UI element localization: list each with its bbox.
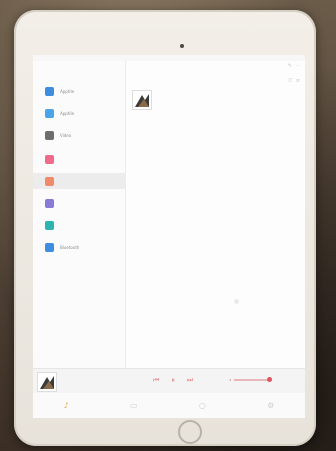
tab-bar: ♪ ▭ ○ ⚙ <box>33 393 305 418</box>
home-button[interactable] <box>178 420 202 444</box>
sidebar-item-3[interactable] <box>33 151 125 167</box>
mini-player[interactable]: ⏮ ⏸ ⏭ ◂ <box>33 368 305 393</box>
edit-icon[interactable]: ✎ <box>288 63 292 69</box>
music-note-icon[interactable]: ♪ <box>64 401 69 410</box>
sort-icon[interactable]: ≡ <box>296 78 300 84</box>
tablet-screen: Apptile Apptile Video Bluetooth ✎ ⋯ ⤮ ≡ <box>33 55 305 418</box>
sidebar-item-0[interactable]: Apptile <box>33 83 125 99</box>
track-row[interactable] <box>132 90 300 110</box>
sidebar-item-2[interactable]: Video <box>33 127 125 143</box>
album-artwork <box>132 90 152 110</box>
previous-icon[interactable]: ⏮ <box>153 376 159 384</box>
sidebar-item-4[interactable] <box>33 173 125 189</box>
sidebar-item-label: Apptile <box>60 88 75 94</box>
sidebar-item-label: Apptile <box>60 110 75 116</box>
top-icons: ✎ ⋯ <box>288 63 301 69</box>
pause-icon[interactable]: ⏸ <box>171 376 175 384</box>
sidebar-item-1[interactable]: Apptile <box>33 105 125 121</box>
list-header: ⤮ ≡ <box>132 76 300 86</box>
next-icon[interactable]: ⏭ <box>187 376 193 384</box>
shuffle-icon[interactable]: ⤮ <box>288 78 292 84</box>
app-icon <box>45 108 54 118</box>
sidebar-item-5[interactable] <box>33 195 125 211</box>
sidebar: Apptile Apptile Video Bluetooth <box>33 61 126 368</box>
volume-control: ◂ <box>229 377 273 382</box>
volume-low-icon: ◂ <box>229 377 232 382</box>
playlist-icon <box>45 198 54 208</box>
sidebar-item-7[interactable]: Bluetooth <box>33 239 125 255</box>
volume-slider[interactable] <box>234 377 273 382</box>
player-artwork <box>37 372 57 392</box>
list-header-icons: ⤮ ≡ <box>288 78 300 84</box>
player-controls: ⏮ ⏸ ⏭ <box>153 376 193 384</box>
video-icon <box>45 130 54 140</box>
app-icon <box>45 86 54 96</box>
sidebar-item-label: Bluetooth <box>60 244 80 250</box>
main-content: ✎ ⋯ ⤮ ≡ <box>126 61 305 368</box>
settings-icon[interactable]: ⚙ <box>267 401 274 410</box>
front-camera <box>180 44 184 48</box>
bluetooth-icon <box>45 242 54 252</box>
playlist-icon <box>45 176 54 186</box>
library-icon[interactable]: ▭ <box>130 401 138 410</box>
playlist-icon <box>45 154 54 164</box>
sidebar-item-6[interactable] <box>33 217 125 233</box>
playlist-icon <box>45 220 54 230</box>
scroll-indicator <box>234 299 239 304</box>
sidebar-item-label: Video <box>60 132 72 138</box>
more-icon[interactable]: ⋯ <box>296 63 301 69</box>
volume-knob[interactable] <box>267 377 273 382</box>
search-icon[interactable]: ○ <box>199 401 206 410</box>
